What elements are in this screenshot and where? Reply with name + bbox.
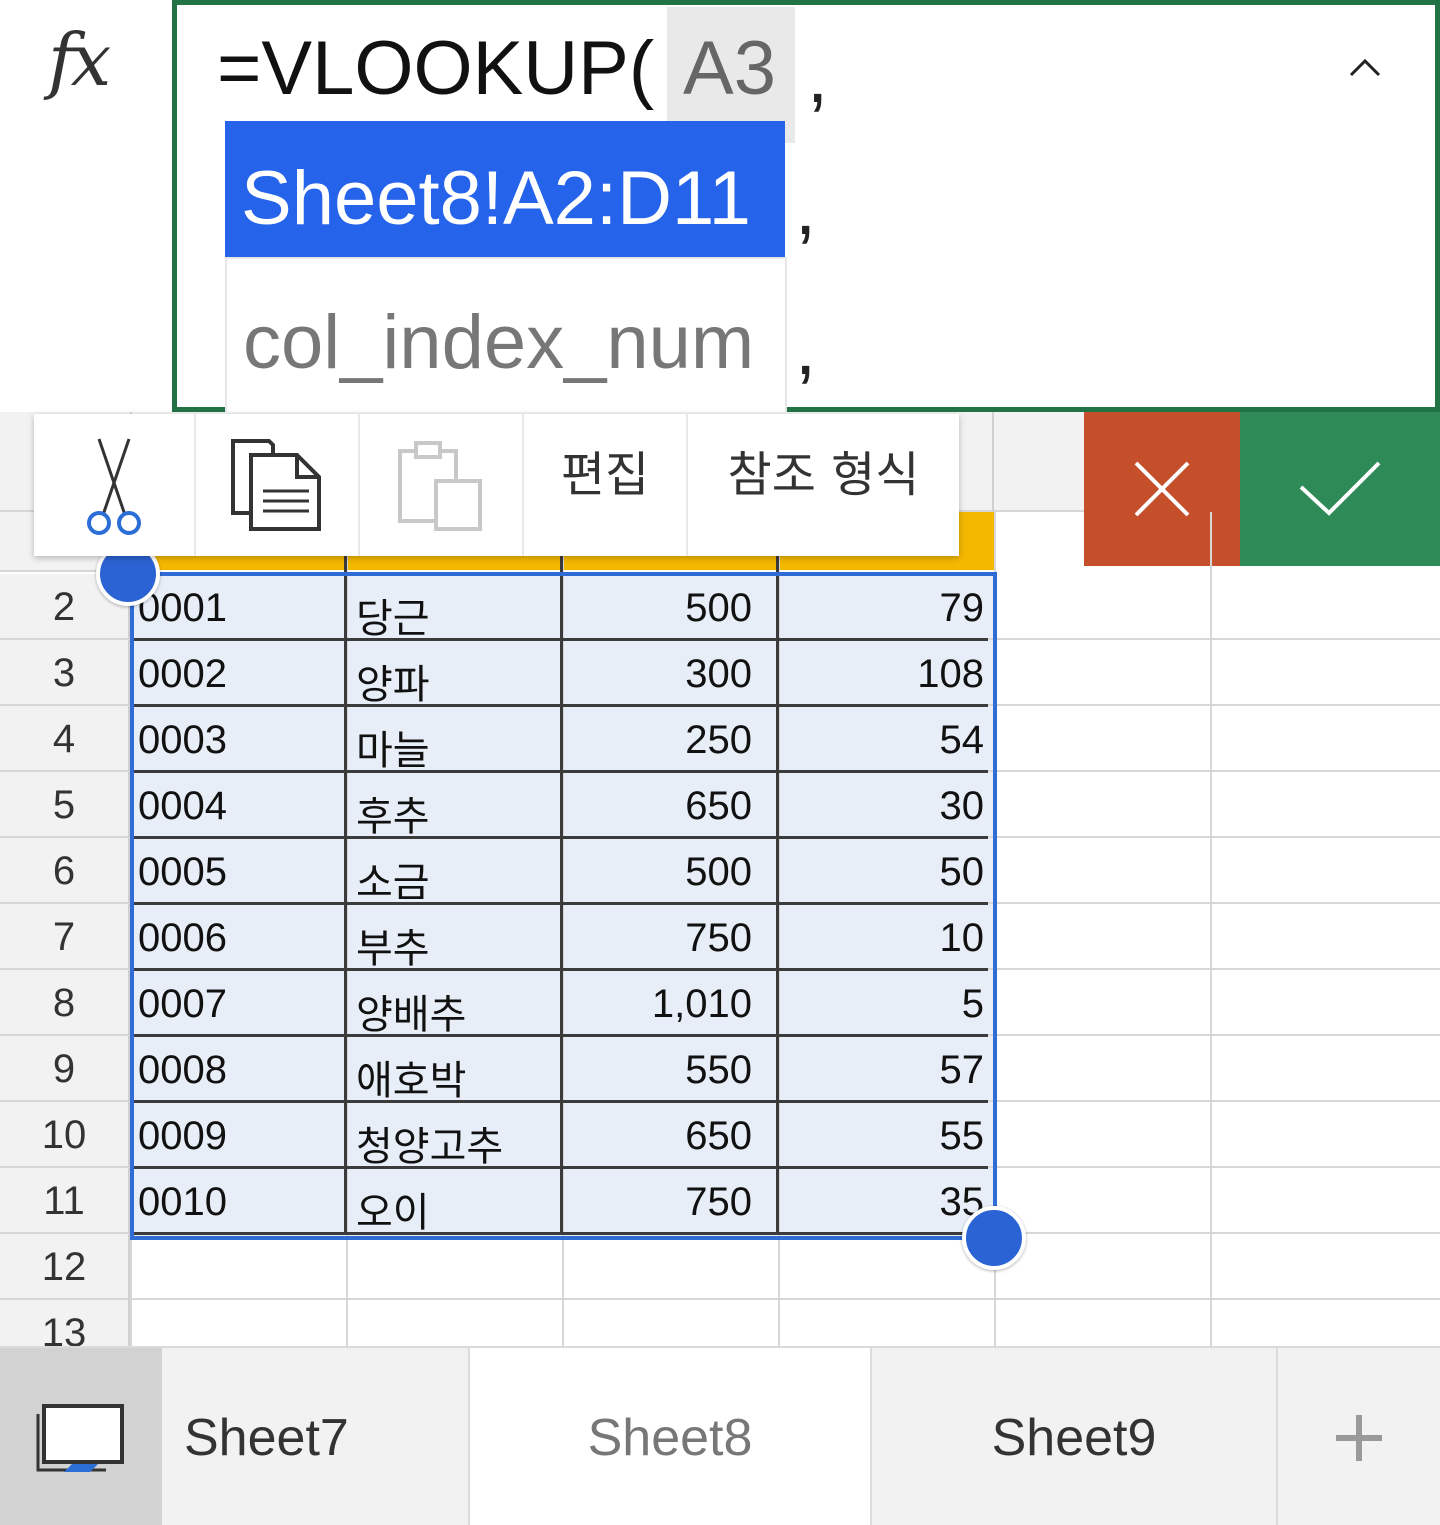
row-header[interactable]: 13 [0, 1300, 130, 1346]
cell-unit-price[interactable]: 750 [566, 916, 752, 961]
cell-unit-price[interactable]: 750 [566, 1180, 752, 1225]
cell-unit-price[interactable]: 500 [566, 586, 752, 631]
cell-product-name[interactable]: 당근 [356, 586, 556, 644]
cell-quantity[interactable]: 10 [782, 916, 985, 961]
cell-product-name[interactable]: 청양고추 [356, 1114, 556, 1172]
row-header[interactable]: 10 [0, 1102, 130, 1168]
cell-unit-price[interactable]: 550 [566, 1048, 752, 1093]
formula-separator: , [795, 166, 817, 251]
cell-product-code[interactable]: 0008 [138, 1048, 338, 1093]
cell-product-name[interactable]: 부추 [356, 916, 556, 974]
cell-quantity[interactable]: 108 [782, 652, 984, 697]
row-header[interactable]: 9 [0, 1036, 130, 1102]
cell-quantity[interactable]: 55 [782, 1114, 985, 1159]
sheets-icon [36, 1403, 124, 1472]
selection-handle-end[interactable] [962, 1206, 1026, 1270]
sheet-list-button[interactable] [0, 1348, 162, 1525]
plus-icon [1336, 1414, 1382, 1461]
cell-product-code[interactable]: 0009 [138, 1114, 338, 1159]
fx-area: fx [0, 0, 172, 412]
sheet-tab-bar: Sheet7 Sheet8 Sheet9 [0, 1346, 1440, 1525]
reference-style-label: 참조 형식 [727, 447, 920, 503]
copy-icon [231, 439, 321, 531]
cell-quantity[interactable]: 57 [782, 1048, 985, 1093]
cell-unit-price[interactable]: 1,010 [566, 982, 752, 1027]
cut-button[interactable] [34, 414, 196, 556]
row-header[interactable]: 3 [0, 640, 130, 706]
fx-icon[interactable]: fx [48, 18, 111, 102]
paste-button[interactable] [360, 414, 524, 556]
row-header[interactable]: 8 [0, 970, 130, 1036]
collapse-formula-button[interactable] [1345, 49, 1385, 89]
cell-product-code[interactable]: 0006 [138, 916, 338, 961]
cell-product-name[interactable]: 오이 [356, 1180, 556, 1238]
cell-unit-price[interactable]: 650 [566, 1114, 752, 1159]
cell-product-code[interactable]: 0005 [138, 850, 338, 895]
paste-icon [398, 441, 482, 531]
cell-product-code[interactable]: 0003 [138, 718, 338, 763]
cell-product-name[interactable]: 후추 [356, 784, 556, 842]
cell-product-code[interactable]: 0001 [138, 586, 338, 631]
cell-quantity[interactable]: 50 [782, 850, 985, 895]
tab-sheet8[interactable]: Sheet8 [470, 1348, 872, 1525]
formula-arg-table-array[interactable]: Sheet8!A2:D11 [225, 121, 785, 257]
cell-unit-price[interactable]: 650 [566, 784, 752, 829]
spreadsheet-grid[interactable]: 2 3 4 5 6 7 8 9 10 11 12 13 0001 당근 500 79 0002 양파 300 108 0… [0, 512, 1440, 1346]
tab-sheet9[interactable]: Sheet9 [872, 1348, 1278, 1525]
cell-product-code[interactable]: 0004 [138, 784, 338, 829]
row-header[interactable]: 6 [0, 838, 130, 904]
cell-product-name[interactable]: 소금 [356, 850, 556, 908]
cell-unit-price[interactable]: 300 [566, 652, 752, 697]
formula-separator: , [795, 306, 817, 391]
reference-style-menu-item[interactable]: 참조 형식 [688, 414, 959, 556]
cell-border [560, 512, 563, 1234]
formula-arg-col-index[interactable]: col_index_num [225, 257, 787, 412]
formula-editor[interactable]: =VLOOKUP( A3 , Sheet8!A2:D11 , col_index… [172, 0, 1440, 412]
cell-product-name[interactable]: 양배추 [356, 982, 556, 1040]
row-header[interactable]: 11 [0, 1168, 130, 1234]
cell-product-code[interactable]: 0002 [138, 652, 338, 697]
cell-product-name[interactable]: 애호박 [356, 1048, 556, 1106]
cell-quantity[interactable]: 54 [782, 718, 985, 763]
row-header[interactable]: 7 [0, 904, 130, 970]
row-header[interactable]: 4 [0, 706, 130, 772]
cell-border [776, 512, 779, 1234]
context-menu: 편집 참조 형식 [34, 414, 959, 556]
cell-quantity[interactable]: 5 [782, 982, 984, 1027]
edit-menu-item[interactable]: 편집 [524, 414, 688, 556]
cell-product-code[interactable]: 0010 [138, 1180, 338, 1225]
row-header[interactable]: 12 [0, 1234, 130, 1300]
edit-label: 편집 [560, 447, 650, 503]
grid-row-line [130, 1298, 1440, 1300]
copy-button[interactable] [196, 414, 360, 556]
chevron-up-icon [1349, 58, 1381, 77]
formula-separator: , [807, 34, 829, 119]
cell-product-name[interactable]: 양파 [356, 652, 556, 710]
excel-mobile-window: fx =VLOOKUP( A3 , Sheet8!A2:D11 , col_in… [0, 0, 1440, 1525]
cell-quantity[interactable]: 35 [782, 1180, 985, 1225]
cell-unit-price[interactable]: 250 [566, 718, 752, 763]
cell-border [344, 512, 347, 1234]
cell-quantity[interactable]: 30 [782, 784, 985, 829]
cell-product-name[interactable]: 마늘 [356, 718, 556, 776]
cell-product-code[interactable]: 0007 [138, 982, 338, 1027]
cell-quantity[interactable]: 79 [782, 586, 985, 631]
cell-unit-price[interactable]: 500 [566, 850, 752, 895]
scissors-icon [87, 438, 141, 535]
formula-function-name: =VLOOKUP( [217, 26, 655, 111]
add-sheet-button[interactable] [1278, 1348, 1440, 1525]
tab-sheet7[interactable]: Sheet7 [164, 1348, 470, 1525]
row-header[interactable]: 5 [0, 772, 130, 838]
